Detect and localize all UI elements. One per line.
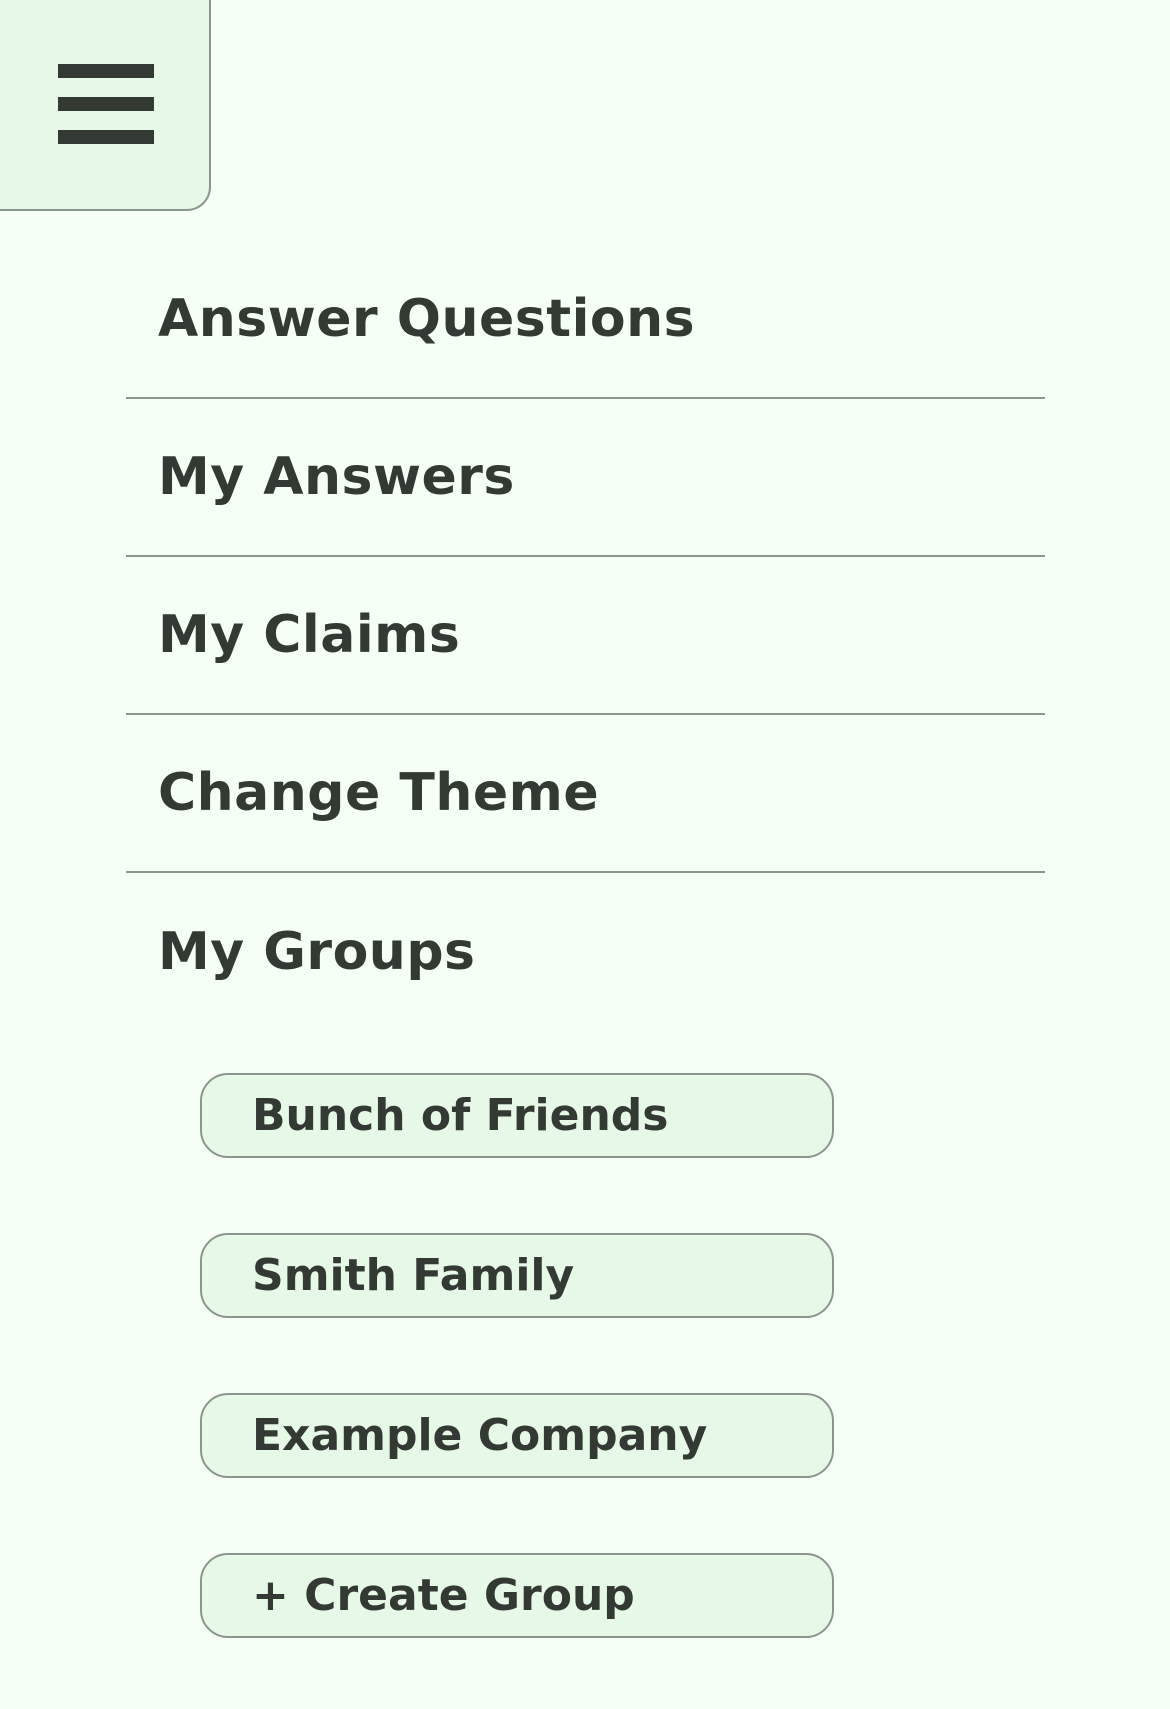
nav-item-change-theme[interactable]: Change Theme: [126, 715, 1045, 873]
create-group-button[interactable]: + Create Group: [200, 1553, 834, 1638]
group-button-bunch-of-friends[interactable]: Bunch of Friends: [200, 1073, 834, 1158]
nav-item-my-groups[interactable]: My Groups: [126, 873, 1045, 1031]
nav-item-answer-questions[interactable]: Answer Questions: [126, 241, 1045, 399]
group-button-smith-family[interactable]: Smith Family: [200, 1233, 834, 1318]
nav-item-my-answers[interactable]: My Answers: [126, 399, 1045, 557]
group-button-example-company[interactable]: Example Company: [200, 1393, 834, 1478]
group-list: Bunch of Friends Smith Family Example Co…: [200, 1073, 834, 1709]
hamburger-icon-bar: [58, 97, 154, 111]
hamburger-icon-bar: [58, 130, 154, 144]
nav-item-my-claims[interactable]: My Claims: [126, 557, 1045, 715]
menu-toggle-button[interactable]: [0, 0, 211, 211]
hamburger-icon: [58, 64, 154, 78]
main-nav-menu: Answer Questions My Answers My Claims Ch…: [126, 241, 1045, 1031]
